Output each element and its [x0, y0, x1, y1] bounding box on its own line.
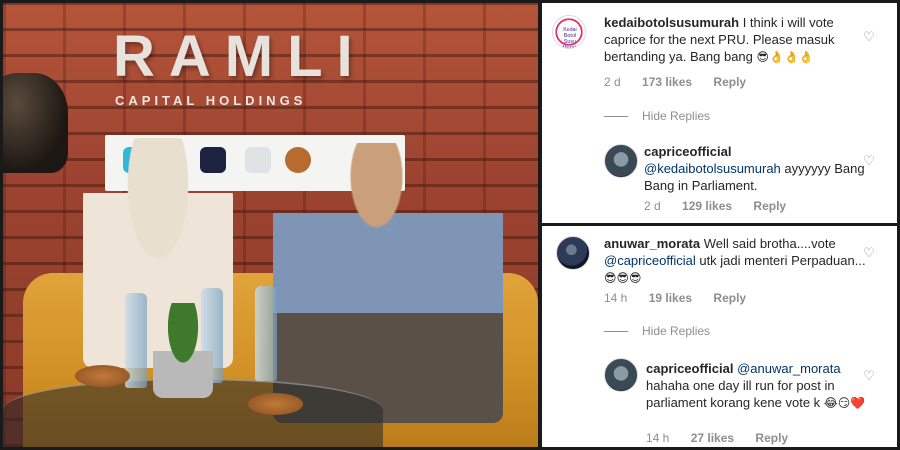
reply-mention[interactable]: @anuwar_morata [737, 361, 841, 376]
reply-text: hahaha one day ill run for post in parli… [646, 378, 835, 410]
post-photo: RAMLI CAPITAL HOLDINGS [3, 3, 538, 447]
potted-plant [153, 303, 213, 398]
reply-button[interactable]: Reply [755, 431, 788, 445]
comment-mention[interactable]: @capriceofficial [604, 253, 696, 268]
caprice-avatar[interactable] [604, 144, 638, 178]
sponsor-logo [245, 147, 271, 173]
reply-emoji: 😂😏❤️ [823, 396, 866, 410]
comment-thread-1: Kedai Botol Susu Murah kedaibotolsusumur… [542, 3, 897, 223]
comment-meta: 14 h 19 likes Reply [604, 291, 764, 305]
lamp-shade [3, 73, 68, 173]
pastry [248, 393, 303, 415]
anuwar-avatar[interactable] [556, 236, 590, 270]
ramli-subtitle: CAPITAL HOLDINGS [115, 93, 307, 108]
reply-meta: 14 h 27 likes Reply [646, 431, 806, 445]
heart-outline-icon[interactable]: ♡ [862, 154, 876, 168]
reply-time[interactable]: 14 h [646, 431, 669, 445]
reply-button[interactable]: Reply [713, 291, 746, 305]
heart-outline-icon[interactable]: ♡ [862, 246, 876, 260]
reply-body: capriceofficial @kedaibotolsusumurah ayy… [644, 143, 866, 194]
comment-text-after: utk jadi menteri Perpaduan... [699, 253, 866, 268]
ramli-logo: RAMLI [113, 24, 367, 89]
person-right [273, 143, 503, 423]
kedai-logo-avatar[interactable]: Kedai Botol Susu Murah [552, 15, 586, 49]
comment-body: anuwar_morata Well said brotha....vote @… [604, 235, 866, 287]
comment-likes[interactable]: 19 likes [649, 291, 692, 305]
comment-emoji: 😎👌👌👌 [756, 50, 814, 64]
reply-meta: 2 d 129 likes Reply [644, 199, 804, 213]
comment-text-before: Well said brotha....vote [703, 236, 836, 251]
reply-likes[interactable]: 27 likes [691, 431, 734, 445]
water-bottle [255, 286, 277, 381]
reply-likes[interactable]: 129 likes [682, 199, 732, 213]
comment-time[interactable]: 2 d [604, 75, 621, 89]
comment-emoji: 😎😎😎 [604, 271, 642, 285]
divider-line [604, 331, 628, 333]
reply-username[interactable]: capriceofficial [646, 361, 733, 376]
reply-username[interactable]: capriceofficial [644, 144, 731, 159]
heart-outline-icon[interactable]: ♡ [862, 369, 876, 383]
comment-meta: 2 d 173 likes Reply [604, 75, 764, 89]
hide-replies-button[interactable]: Hide Replies [604, 324, 710, 338]
comment-likes[interactable]: 173 likes [642, 75, 692, 89]
heart-outline-icon[interactable]: ♡ [862, 30, 876, 44]
caprice-avatar[interactable] [604, 358, 638, 392]
comment-username[interactable]: anuwar_morata [604, 236, 700, 251]
reply-button[interactable]: Reply [713, 75, 746, 89]
comment-thread-2: anuwar_morata Well said brotha....vote @… [542, 226, 897, 447]
comment-username[interactable]: kedaibotolsusumurah [604, 15, 739, 30]
reply-time[interactable]: 2 d [644, 199, 661, 213]
comment-time[interactable]: 14 h [604, 291, 627, 305]
divider-line [604, 116, 628, 118]
pastry [75, 365, 130, 387]
hide-replies-button[interactable]: Hide Replies [604, 109, 710, 123]
reply-body: capriceofficial @anuwar_morata hahaha on… [646, 360, 868, 412]
reply-mention[interactable]: @kedaibotolsusumurah [644, 161, 781, 176]
reply-button[interactable]: Reply [753, 199, 786, 213]
comment-body: kedaibotolsusumurah I think i will vote … [604, 14, 876, 66]
